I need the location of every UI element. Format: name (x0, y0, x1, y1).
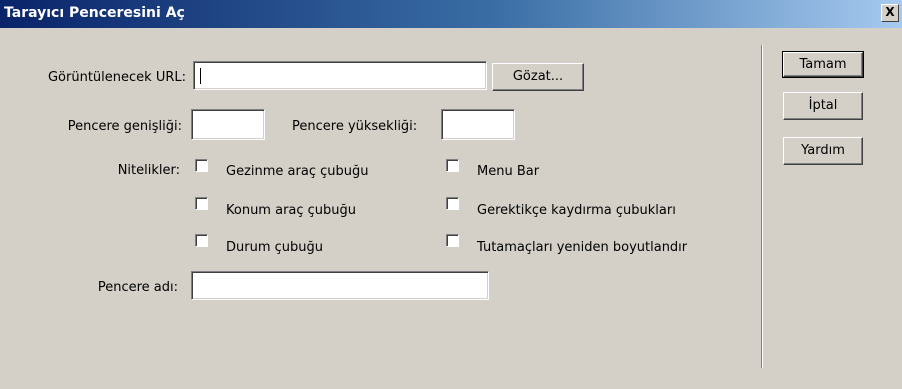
title-bar[interactable]: Tarayıcı Penceresini Aç X (0, 0, 902, 28)
navigation-toolbar-checkbox[interactable] (195, 159, 208, 172)
status-bar-checkbox[interactable] (195, 234, 208, 247)
close-button[interactable]: X (881, 4, 899, 22)
window-width-label: Pencere genişliği: (67, 119, 182, 134)
menu-bar-label[interactable]: Menu Bar (477, 164, 539, 179)
resize-handles-checkbox[interactable] (446, 234, 459, 247)
scrollbars-label[interactable]: Gerektikçe kaydırma çubukları (477, 203, 676, 218)
window-width-input[interactable] (191, 109, 265, 140)
url-input[interactable] (193, 61, 487, 90)
window-height-input[interactable] (441, 109, 515, 140)
window-height-label: Pencere yüksekliği: (292, 119, 418, 134)
resize-handles-label[interactable]: Tutamaçları yeniden boyutlandır (477, 240, 687, 255)
url-label: Görüntülenecek URL: (47, 70, 186, 85)
window-name-label: Pencere adı: (97, 280, 178, 295)
attributes-label: Nitelikler: (117, 163, 180, 178)
window-name-input[interactable] (191, 271, 489, 300)
location-toolbar-checkbox[interactable] (195, 197, 208, 210)
cancel-button[interactable]: İptal (783, 92, 863, 120)
browse-button[interactable]: Gözat... (492, 63, 584, 91)
location-toolbar-label[interactable]: Konum araç çubuğu (226, 203, 356, 218)
help-button[interactable]: Yardım (783, 137, 863, 165)
scrollbars-checkbox[interactable] (446, 197, 459, 210)
text-caret (200, 68, 201, 84)
close-icon: X (885, 5, 895, 19)
menu-bar-checkbox[interactable] (446, 159, 459, 172)
ok-button[interactable]: Tamam (782, 51, 864, 78)
window-title: Tarayıcı Penceresini Aç (4, 5, 185, 21)
vertical-separator-highlight (762, 45, 763, 368)
status-bar-label[interactable]: Durum çubuğu (226, 240, 323, 255)
navigation-toolbar-label[interactable]: Gezinme araç çubuğu (226, 164, 368, 179)
